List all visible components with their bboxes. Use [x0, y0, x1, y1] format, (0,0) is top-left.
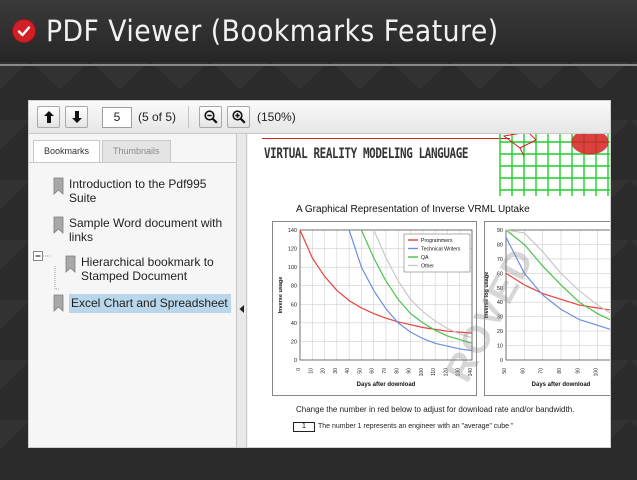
x-tick-label: 100 [419, 368, 425, 377]
x-tick-label: 70 [539, 368, 545, 374]
page-number-input[interactable]: 5 [102, 106, 132, 128]
legend-label: Technical Writers [421, 247, 461, 253]
tab-thumbnails[interactable]: Thumbnails [102, 140, 171, 162]
arrow-down-icon [71, 111, 82, 123]
x-tick-label: 70 [382, 368, 388, 374]
x-tick-label: 30 [333, 368, 339, 374]
arrow-up-icon [43, 111, 54, 123]
zoom-out-button[interactable] [199, 106, 223, 128]
bookmark-sample-word-document[interactable]: Sample Word document with links [53, 216, 229, 244]
bookmarks-panel: Bookmarks Thumbnails Introduction to the… [29, 134, 237, 447]
document-page: VIRTUAL REALITY MODELING LANGUAGE A Grap… [248, 134, 610, 447]
bookmark-icon [53, 177, 64, 195]
x-tick-label: 60 [370, 368, 376, 374]
bookmark-icon [65, 255, 76, 273]
y-tick-label: 100 [288, 265, 297, 271]
bookmark-introduction[interactable]: Introduction to the Pdf995 Suite [53, 177, 229, 205]
y-tick-label: 0 [500, 358, 503, 364]
previous-page-button[interactable] [37, 106, 60, 128]
x-tick-label: 50 [357, 368, 363, 374]
x-tick-label: 110 [431, 368, 437, 376]
zoom-level-label: (150%) [257, 110, 296, 124]
x-axis-label: Days after download [532, 382, 591, 388]
bookmark-icon [53, 294, 64, 312]
zoom-in-icon [231, 110, 246, 124]
x-tick-label: 90 [575, 368, 581, 374]
bookmark-hierarchical[interactable]: Hierarchical bookmark to Stamped Documen… [65, 255, 231, 283]
y-tick-label: 120 [288, 247, 297, 253]
x-tick-label: 0 [296, 368, 302, 371]
viewer-toolbar: 5 (5 of 5) (150%) [29, 101, 610, 134]
x-tick-label: 20 [321, 368, 327, 374]
banner-title: PDF Viewer (Bookmarks Feature) [46, 14, 499, 48]
y-tick-label: 80 [291, 284, 297, 290]
x-tick-label: 80 [557, 368, 563, 374]
zoom-in-button[interactable] [227, 106, 251, 128]
x-tick-label: 80 [394, 368, 400, 374]
zoom-out-icon [203, 110, 218, 124]
document-note: Change the number in red below to adjust… [296, 405, 575, 414]
x-tick-label: 40 [345, 368, 351, 374]
sidebar-collapse-handle[interactable] [237, 134, 247, 447]
y-tick-label: 90 [497, 228, 503, 234]
banner-divider [0, 64, 637, 66]
x-tick-label: 100 [594, 368, 600, 377]
bookmark-label: Hierarchical bookmark to Stamped Documen… [81, 255, 214, 283]
x-tick-label: 50 [502, 368, 508, 374]
x-tick-label: 10 [308, 368, 314, 374]
y-tick-label: 40 [291, 321, 297, 327]
x-tick-label: 60 [520, 368, 526, 374]
pdf-viewer-window: 5 (5 of 5) (150%) Bookmarks Thumbnails I… [28, 100, 611, 448]
y-tick-label: 140 [288, 228, 297, 234]
legend-label: QA [421, 255, 429, 261]
next-page-button[interactable] [65, 106, 88, 128]
page-count-label: (5 of 5) [138, 110, 177, 124]
y-tick-label: 60 [291, 302, 297, 308]
y-tick-label: 0 [294, 358, 297, 364]
legend-label: Other [421, 264, 434, 270]
y-tick-label: 20 [291, 339, 297, 345]
bookmark-icon [53, 216, 64, 234]
legend-label: Programmers [421, 238, 453, 244]
chevron-left-icon [239, 305, 244, 313]
document-note-2: The number 1 represents an engineer with… [318, 423, 514, 430]
y-axis-label: Inverse usage [278, 277, 284, 314]
rate-input-field: 1 [293, 422, 315, 432]
bookmark-label: Sample Word document with links [69, 216, 223, 244]
x-tick-label: 90 [407, 368, 413, 374]
bookmark-excel-chart[interactable]: Excel Chart and Spreadsheet [53, 294, 233, 313]
checkmark-circle-icon [12, 19, 36, 43]
title-banner: PDF Viewer (Bookmarks Feature) [0, 0, 637, 62]
bookmark-label: Introduction to the Pdf995 Suite [69, 177, 207, 205]
bookmark-label: Excel Chart and Spreadsheet [69, 294, 231, 313]
line-chart: 0 20 40 60 80 100 120 140 0 10 20 30 40 50 60 70 80 90 100… [278, 228, 610, 388]
toolbar-separator [188, 106, 190, 128]
x-axis-label: Days after download [357, 382, 416, 388]
